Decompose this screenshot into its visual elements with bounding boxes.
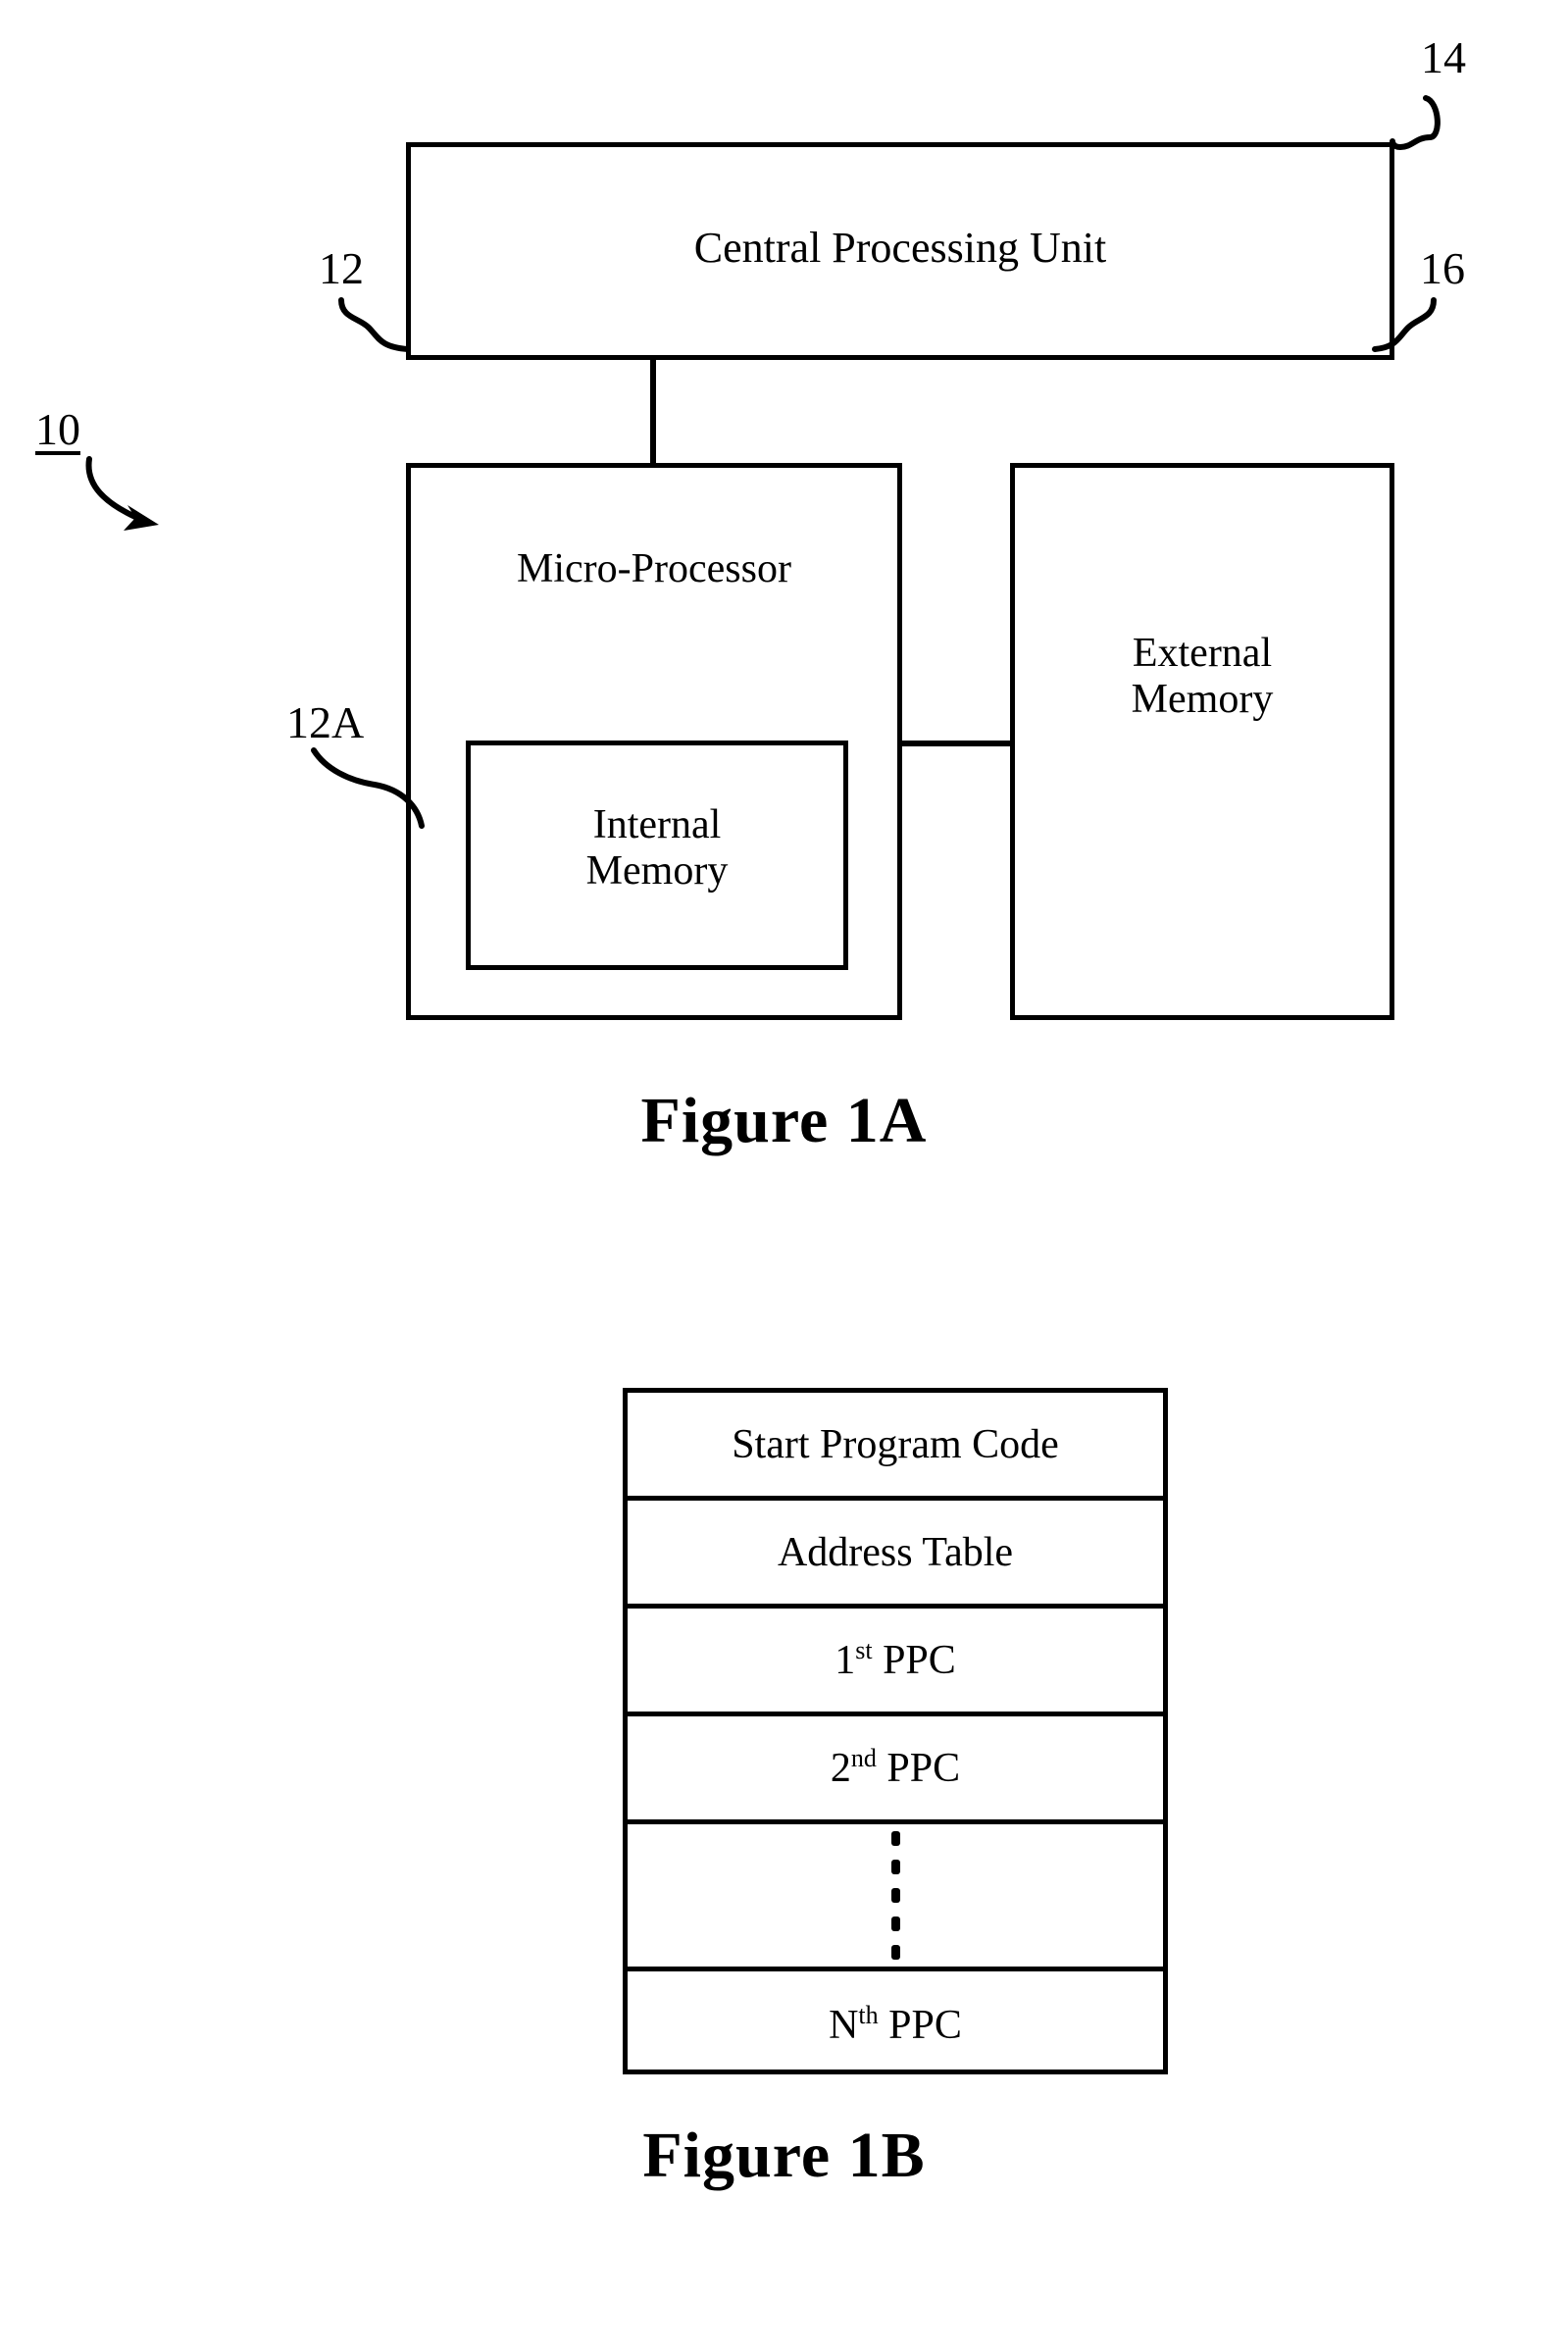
ref-numeral-12: 12 [319,243,364,293]
memory-map-table: Start Program Code Address Table 1st PPC… [623,1388,1168,2074]
ordinal-suffix-nd: nd [850,1743,877,1772]
table-row [628,1824,1163,1971]
row-label-ppc-1: 1st PPC [835,1637,956,1684]
ordinal-number-1: 1 [835,1637,856,1683]
row-label-start-program-code: Start Program Code [732,1421,1059,1467]
figure-1a-caption: Figure 1A [640,1085,928,1156]
patent-drawing-sheet: 14 Central Processing Unit 12 10 Micro-P… [0,0,1568,2351]
figure-1b: Start Program Code Address Table 1st PPC… [0,1304,1568,2285]
leader-arrow-10 [85,456,159,531]
microprocessor-block: Micro-Processor Internal Memory [406,463,902,1020]
ordinal-suffix-st: st [855,1635,873,1664]
microprocessor-block-label: Micro-Processor [517,546,791,591]
ordinal-number-n: N [829,2003,859,2048]
table-row: Address Table [628,1501,1163,1609]
connector-microprocessor-to-external-memory [898,741,1014,746]
ref-numeral-12A: 12A [286,697,365,747]
cpu-block-label: Central Processing Unit [693,224,1107,272]
figure-1b-caption: Figure 1B [642,2120,926,2191]
row-label-ppc-2: 2nd PPC [831,1745,960,1792]
table-row: Start Program Code [628,1393,1163,1501]
vertical-ellipsis-icon [890,1831,900,1960]
figure-1a: 14 Central Processing Unit 12 10 Micro-P… [0,0,1568,1187]
ordinal-suffix-th: th [858,2001,879,2029]
internal-memory-block: Internal Memory [466,741,848,970]
row-label-address-table: Address Table [777,1529,1014,1575]
table-row: 2nd PPC [628,1716,1163,1824]
internal-memory-block-label: Internal Memory [585,802,729,894]
external-memory-block: External Memory [1010,463,1394,1020]
table-row: Nth PPC [628,1971,1163,2079]
ref-numeral-14: 14 [1421,32,1466,82]
connector-cpu-to-microprocessor [650,360,656,465]
row-label-ppc-n: Nth PPC [829,2002,962,2049]
ref-numeral-16: 16 [1420,243,1465,293]
ppc-text-2: PPC [876,1745,961,1791]
external-memory-block-label: External Memory [1131,631,1274,723]
ordinal-number-2: 2 [830,1745,851,1791]
ppc-text-1: PPC [872,1637,956,1683]
cpu-block: Central Processing Unit [406,142,1394,360]
table-row: 1st PPC [628,1609,1163,1716]
ref-numeral-10: 10 [35,404,80,454]
ppc-text-n: PPC [878,2003,962,2048]
